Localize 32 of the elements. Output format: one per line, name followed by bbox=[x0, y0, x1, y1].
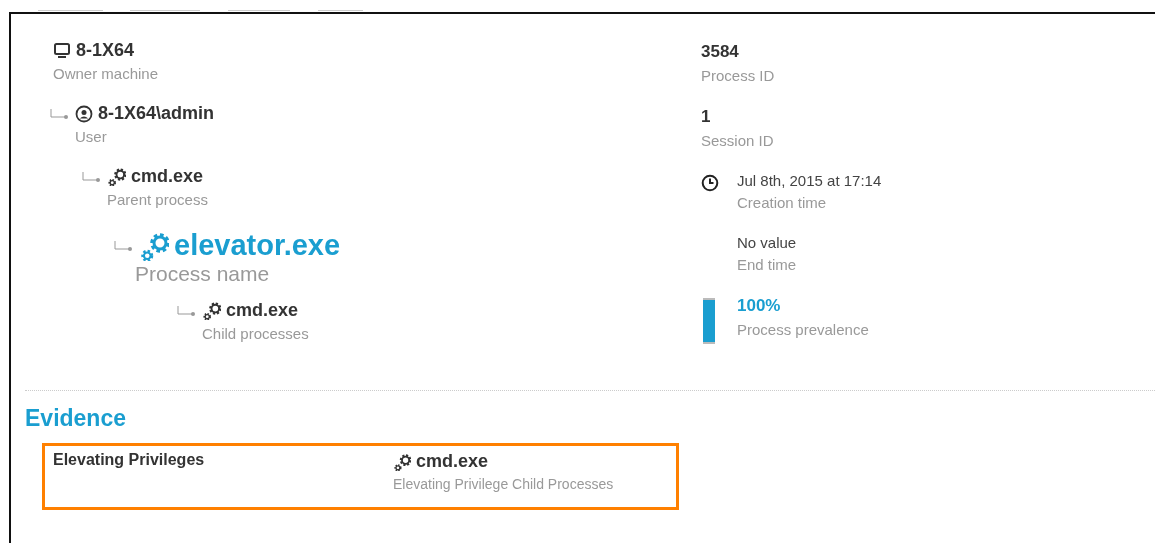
node-label: Owner machine bbox=[53, 65, 159, 82]
gears-icon bbox=[393, 452, 411, 471]
node-label: Child processes bbox=[202, 325, 309, 342]
monitor-icon bbox=[53, 41, 71, 60]
field-value: Jul 8th, 2015 at 17:14 bbox=[737, 172, 882, 189]
gears-icon bbox=[139, 230, 169, 261]
section-title: Evidence bbox=[25, 405, 127, 432]
evidence-name: Elevating Privileges bbox=[53, 451, 206, 470]
node-label: Process name bbox=[135, 262, 271, 286]
field-label: End time bbox=[737, 256, 797, 273]
node-value: 8-1X64 bbox=[76, 40, 135, 61]
field-value: 1 bbox=[701, 107, 712, 127]
field-label: Process prevalence bbox=[737, 321, 869, 338]
user-icon bbox=[75, 104, 93, 123]
process-name: elevator.exe bbox=[174, 229, 341, 262]
clock-icon bbox=[701, 174, 719, 192]
field-label: Session ID bbox=[701, 132, 774, 149]
prevalence-meter bbox=[703, 298, 715, 344]
node-value: cmd.exe bbox=[226, 300, 299, 321]
field-label: Process ID bbox=[701, 67, 775, 84]
node-value: cmd.exe bbox=[131, 166, 204, 187]
node-label: User bbox=[75, 128, 108, 145]
field-label: Creation time bbox=[737, 194, 828, 211]
gears-icon bbox=[202, 301, 221, 320]
field-value: 3584 bbox=[701, 42, 740, 62]
evidence-label: Elevating Privilege Child Processes bbox=[393, 476, 614, 492]
evidence-value: cmd.exe bbox=[416, 451, 489, 472]
node-value: 8-1X64\admin bbox=[98, 103, 215, 124]
node-label: Parent process bbox=[107, 191, 208, 208]
field-value: 100% bbox=[737, 296, 782, 316]
field-value: No value bbox=[737, 234, 797, 251]
gears-icon bbox=[107, 167, 126, 186]
